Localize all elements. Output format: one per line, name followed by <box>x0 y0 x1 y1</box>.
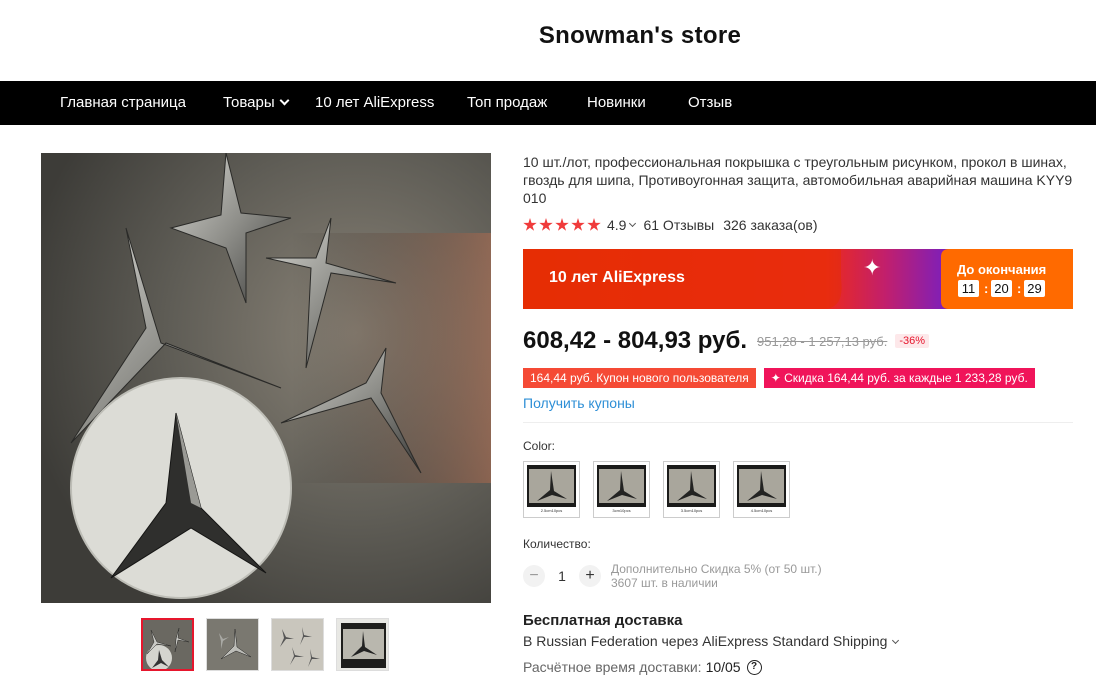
thumbnail-2-image <box>207 619 258 670</box>
old-price: 951,28 - 1 257,13 руб. <box>757 333 888 349</box>
nav-item-anniversary[interactable]: 10 лет AliExpress <box>315 94 434 111</box>
bulk-discount-note: Дополнительно Скидка 5% (от 50 шт.) <box>611 562 822 576</box>
stock-count: 3607 шт. в наличии <box>611 576 718 590</box>
promo-banner: 10 лет AliExpress ✦ До окончания 11 : 20… <box>523 249 1073 309</box>
countdown-bg <box>941 249 1073 309</box>
store-name[interactable]: Snowman's store <box>0 22 1096 50</box>
rating-row: 4.9 61 Отзывы 326 заказа(ов) <box>523 216 818 234</box>
color-option-1[interactable]: 2.5cm10pcs <box>523 461 580 518</box>
nav-item-new[interactable]: Новинки <box>587 94 646 111</box>
quantity-decrease-button[interactable]: − <box>523 565 545 587</box>
swatch-caption: 2.5cm10pcs <box>527 507 576 514</box>
swatch-image: 2.5cm10pcs <box>527 465 576 514</box>
shipping-destination[interactable]: В Russian Federation через AliExpress St… <box>523 633 900 649</box>
star-icon <box>555 218 569 231</box>
swatch-caption: 3.5cm10pcs <box>667 507 716 514</box>
quantity-info: Дополнительно Скидка 5% (от 50 шт.) 3607… <box>611 562 822 590</box>
shipping-destination-text: В Russian Federation через AliExpress St… <box>523 633 888 649</box>
star-icon <box>587 218 601 231</box>
color-label: Color: <box>523 439 556 453</box>
rating-stars <box>523 218 601 232</box>
countdown-seconds: 29 <box>1024 280 1045 297</box>
thumbnail-3[interactable] <box>271 618 324 671</box>
get-coupons-link[interactable]: Получить купоны <box>523 395 635 411</box>
countdown-separator: : <box>984 281 989 296</box>
thumbnail-2[interactable] <box>206 618 259 671</box>
nav-item-feedback[interactable]: Отзыв <box>688 94 732 111</box>
nav-item-products-label: Товары <box>223 94 275 111</box>
thumbnail-1-image <box>143 620 192 669</box>
color-option-3[interactable]: 3.5cm10pcs <box>663 461 720 518</box>
star-icon <box>539 218 553 231</box>
sparkle-icon: ✦ <box>863 255 882 280</box>
quantity-input[interactable]: 1 <box>555 564 569 588</box>
rating-value[interactable]: 4.9 <box>607 217 626 233</box>
store-title-wrap: Snowman's store <box>0 0 1096 81</box>
price-row: 608,42 - 804,93 руб. 951,28 - 1 257,13 р… <box>523 326 930 356</box>
new-user-coupon[interactable]: 164,44 руб. Купон нового пользователя <box>523 368 756 388</box>
delivery-estimate-label: Расчётное время доставки: <box>523 659 702 675</box>
chevron-down-icon <box>892 636 900 645</box>
nav-item-top-sales[interactable]: Топ продаж <box>467 94 547 111</box>
discount-badge: -36% <box>895 334 930 348</box>
swatch-caption: 3cm10pcs <box>597 507 646 514</box>
chevron-down-icon[interactable] <box>629 219 637 228</box>
quantity-label: Количество: <box>523 537 591 551</box>
swatch-caption: 4.5cm10pcs <box>737 507 786 514</box>
nav-item-home[interactable]: Главная страница <box>60 94 186 111</box>
current-price: 608,42 - 804,93 руб. <box>523 327 747 354</box>
swatch-image: 4.5cm10pcs <box>737 465 786 514</box>
color-option-2[interactable]: 3cm10pcs <box>593 461 650 518</box>
star-icon <box>523 218 537 231</box>
color-option-4[interactable]: 4.5cm10pcs <box>733 461 790 518</box>
countdown: До окончания 11 : 20 : 29 <box>941 249 1073 309</box>
countdown-separator: : <box>1017 281 1022 296</box>
quantity-increase-button[interactable]: + <box>579 565 601 587</box>
thumbnail-4[interactable] <box>336 618 389 671</box>
promo-label: 10 лет AliExpress <box>549 269 685 286</box>
product-photo <box>41 153 491 603</box>
orders-count: 326 заказа(ов) <box>723 217 818 233</box>
divider <box>523 422 1073 423</box>
thumbnail-1[interactable] <box>141 618 194 671</box>
store-nav: Главная страница Товары 10 лет AliExpres… <box>0 81 1096 125</box>
swatch-image: 3.5cm10pcs <box>667 465 716 514</box>
product-title: 10 шт./лот, профессиональная покрышка с … <box>523 154 1073 206</box>
question-circle-icon[interactable]: ? <box>746 659 762 675</box>
delivery-estimate: Расчётное время доставки: 10/05 ? <box>523 659 762 675</box>
coupon-row: 164,44 руб. Купон нового пользователя ✦ … <box>523 368 1035 388</box>
delivery-estimate-value: 10/05 <box>705 659 741 675</box>
shipping-title: Бесплатная доставка <box>523 612 683 629</box>
countdown-hours: 11 <box>958 280 979 297</box>
nav-item-products[interactable]: Товары <box>223 94 290 111</box>
countdown-minutes: 20 <box>991 280 1012 297</box>
star-icon <box>571 218 585 231</box>
reviews-link[interactable]: 61 Отзывы <box>643 217 714 233</box>
thumbnail-3-image <box>272 619 323 670</box>
product-main-image[interactable] <box>41 153 491 603</box>
swatch-image: 3cm10pcs <box>597 465 646 514</box>
spend-discount-coupon[interactable]: ✦ Скидка 164,44 руб. за каждые 1 233,28 … <box>763 368 1035 388</box>
store-header: Snowman's store <box>0 0 1096 81</box>
thumbnail-4-image <box>337 619 388 670</box>
chevron-down-icon <box>279 95 290 106</box>
countdown-label: До окончания <box>957 262 1047 277</box>
